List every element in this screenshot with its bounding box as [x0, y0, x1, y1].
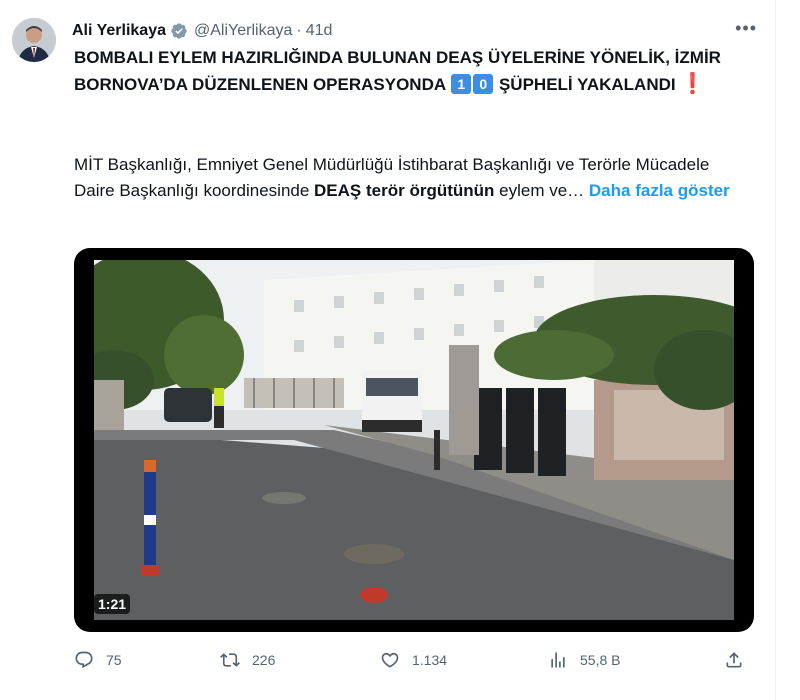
retweet-count: 226 [252, 652, 276, 668]
like-button[interactable]: 1.134 [380, 650, 447, 670]
separator-dot: · [296, 22, 302, 39]
tweet-headline: BOMBALI EYLEM HAZIRLIĞINDA BULUNAN DEAŞ … [74, 45, 754, 98]
reply-icon [75, 651, 93, 669]
timestamp[interactable]: 41d [306, 22, 333, 40]
headline-text-2: ŞÜPHELİ YAKALANDI [494, 75, 676, 94]
like-count: 1.134 [412, 652, 448, 668]
tweet-card: Ali Yerlikaya @AliYerlikaya · 41d ••• BO… [0, 0, 776, 700]
reply-button[interactable]: 75 [74, 650, 122, 670]
keycap-digit-one: 1 [451, 74, 472, 94]
video-duration: 1:21 [94, 594, 131, 614]
tweet-body: MİT Başkanlığı, Emniyet Genel Müdürlüğü … [74, 152, 754, 204]
share-icon [726, 652, 742, 668]
author-handle[interactable]: @AliYerlikaya [194, 22, 292, 40]
video-player[interactable] [74, 248, 754, 632]
heart-icon [381, 652, 399, 668]
exclamation-icon: ❗ [680, 73, 706, 95]
views-count: 55,8 B [580, 652, 621, 668]
body-text-2: eylem ve… [494, 181, 589, 200]
reply-count: 75 [106, 652, 122, 668]
views-chart-icon [551, 652, 565, 668]
more-options-icon[interactable]: ••• [735, 18, 757, 39]
verified-badge-icon [171, 23, 187, 39]
retweet-icon [220, 653, 240, 667]
body-bold-text: DEAŞ terör örgütünün [314, 181, 495, 200]
avatar-photo [12, 18, 56, 62]
retweet-button[interactable]: 226 [220, 650, 275, 670]
show-more-link[interactable]: Daha fazla göster [589, 181, 730, 200]
avatar[interactable] [12, 18, 56, 62]
action-bar: 75 226 1.134 55,8 B [74, 650, 764, 676]
keycap-digit-zero: 0 [473, 74, 494, 94]
share-button[interactable] [724, 650, 756, 670]
views-button[interactable]: 55,8 B [548, 650, 620, 670]
tweet-header: Ali Yerlikaya @AliYerlikaya · 41d ••• [72, 18, 757, 42]
author-name[interactable]: Ali Yerlikaya [72, 22, 166, 40]
video-thumbnail [94, 260, 734, 620]
